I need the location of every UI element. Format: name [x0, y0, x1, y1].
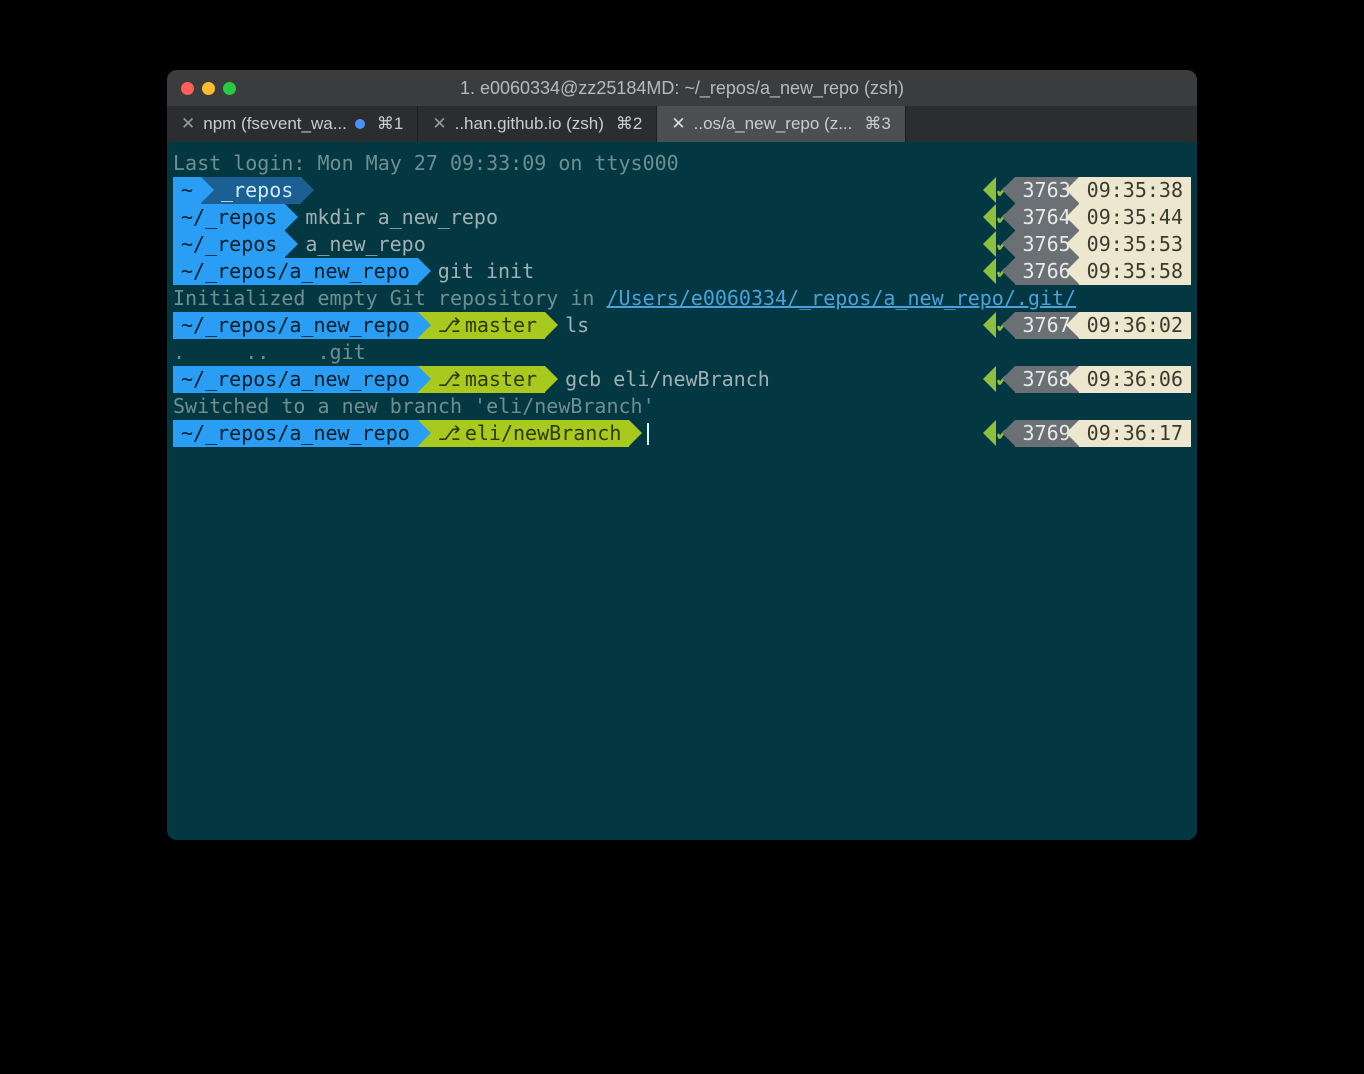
tab-shortcut: ⌘2 — [616, 114, 642, 134]
tab-1[interactable]: ✕ npm (fsevent_wa... ⌘1 — [167, 106, 418, 142]
tab-bar: ✕ npm (fsevent_wa... ⌘1 ✕ ..han.github.i… — [167, 106, 1197, 142]
output-line: Switched to a new branch 'eli/newBranch' — [173, 393, 1191, 420]
path-segment: ~/_repos/a_new_repo — [173, 312, 418, 339]
prompt-line: ~/_repos/a_new_repo ⎇master ls ✔ 3767 09… — [173, 312, 1191, 339]
prompt-line: ~/_repos/a_new_repo git init ✔ 3766 09:3… — [173, 258, 1191, 285]
command-text: a_new_repo — [305, 231, 425, 258]
tab-label: npm (fsevent_wa... — [203, 114, 347, 134]
tab-label: ..os/a_new_repo (z... — [694, 114, 853, 134]
timestamp: 09:35:44 — [1079, 204, 1191, 231]
path-segment: ~ — [173, 177, 201, 204]
path-link[interactable]: /Users/e0060334/_repos/a_new_repo/.git/ — [606, 285, 1076, 312]
output-text: . .. .git — [173, 339, 366, 366]
close-icon[interactable]: ✕ — [432, 114, 446, 134]
path-segment: ~/_repos/a_new_repo — [173, 420, 418, 447]
prompt-line: ~/_repos mkdir a_new_repo ✔ 3764 09:35:4… — [173, 204, 1191, 231]
prompt-line: ~ _repos ✔ 3763 09:35:38 — [173, 177, 1191, 204]
prompt-line: ~/_repos/a_new_repo ⎇eli/newBranch ✔ 376… — [173, 420, 1191, 447]
timestamp: 09:36:17 — [1079, 420, 1191, 447]
output-text: Initialized empty Git repository in — [173, 285, 606, 312]
activity-dot-icon — [355, 119, 365, 129]
command-text: gcb eli/newBranch — [565, 366, 770, 393]
close-icon[interactable]: ✕ — [181, 114, 195, 134]
close-icon[interactable]: ✕ — [671, 114, 685, 134]
last-login: Last login: Mon May 27 09:33:09 on ttys0… — [173, 150, 679, 177]
timestamp: 09:36:06 — [1079, 366, 1191, 393]
minimize-icon[interactable] — [202, 82, 215, 95]
window-title: 1. e0060334@zz25184MD: ~/_repos/a_new_re… — [167, 78, 1197, 99]
prompt-line: ~/_repos/a_new_repo ⎇master gcb eli/newB… — [173, 366, 1191, 393]
branch-icon: ⎇ — [438, 420, 461, 447]
branch-segment: ⎇master — [418, 312, 545, 339]
timestamp: 09:35:38 — [1079, 177, 1191, 204]
timestamp: 09:35:58 — [1079, 258, 1191, 285]
tab-label: ..han.github.io (zsh) — [455, 114, 604, 134]
tab-2[interactable]: ✕ ..han.github.io (zsh) ⌘2 — [418, 106, 657, 142]
tab-shortcut: ⌘1 — [377, 114, 403, 134]
traffic-lights — [167, 82, 236, 95]
tab-3[interactable]: ✕ ..os/a_new_repo (z... ⌘3 — [657, 106, 905, 142]
close-icon[interactable] — [181, 82, 194, 95]
path-segment: ~/_repos — [173, 231, 285, 258]
titlebar[interactable]: 1. e0060334@zz25184MD: ~/_repos/a_new_re… — [167, 70, 1197, 106]
path-segment: _repos — [201, 177, 301, 204]
timestamp: 09:35:53 — [1079, 231, 1191, 258]
terminal-body[interactable]: Last login: Mon May 27 09:33:09 on ttys0… — [167, 142, 1197, 840]
output-line: Initialized empty Git repository in /Use… — [173, 285, 1191, 312]
path-segment: ~/_repos — [173, 204, 285, 231]
command-text: ls — [565, 312, 589, 339]
branch-icon: ⎇ — [438, 312, 461, 339]
zoom-icon[interactable] — [223, 82, 236, 95]
command-text: mkdir a_new_repo — [305, 204, 498, 231]
output-line: . .. .git — [173, 339, 1191, 366]
path-segment: ~/_repos/a_new_repo — [173, 366, 418, 393]
branch-icon: ⎇ — [438, 366, 461, 393]
command-text: git init — [438, 258, 534, 285]
branch-segment: ⎇eli/newBranch — [418, 420, 630, 447]
terminal-window: 1. e0060334@zz25184MD: ~/_repos/a_new_re… — [167, 70, 1197, 840]
prompt-line: ~/_repos a_new_repo ✔ 3765 09:35:53 — [173, 231, 1191, 258]
output-text: Switched to a new branch 'eli/newBranch' — [173, 393, 655, 420]
branch-segment: ⎇master — [418, 366, 545, 393]
path-segment: ~/_repos/a_new_repo — [173, 258, 418, 285]
timestamp: 09:36:02 — [1079, 312, 1191, 339]
cursor-icon — [647, 423, 649, 445]
tab-shortcut: ⌘3 — [864, 114, 890, 134]
